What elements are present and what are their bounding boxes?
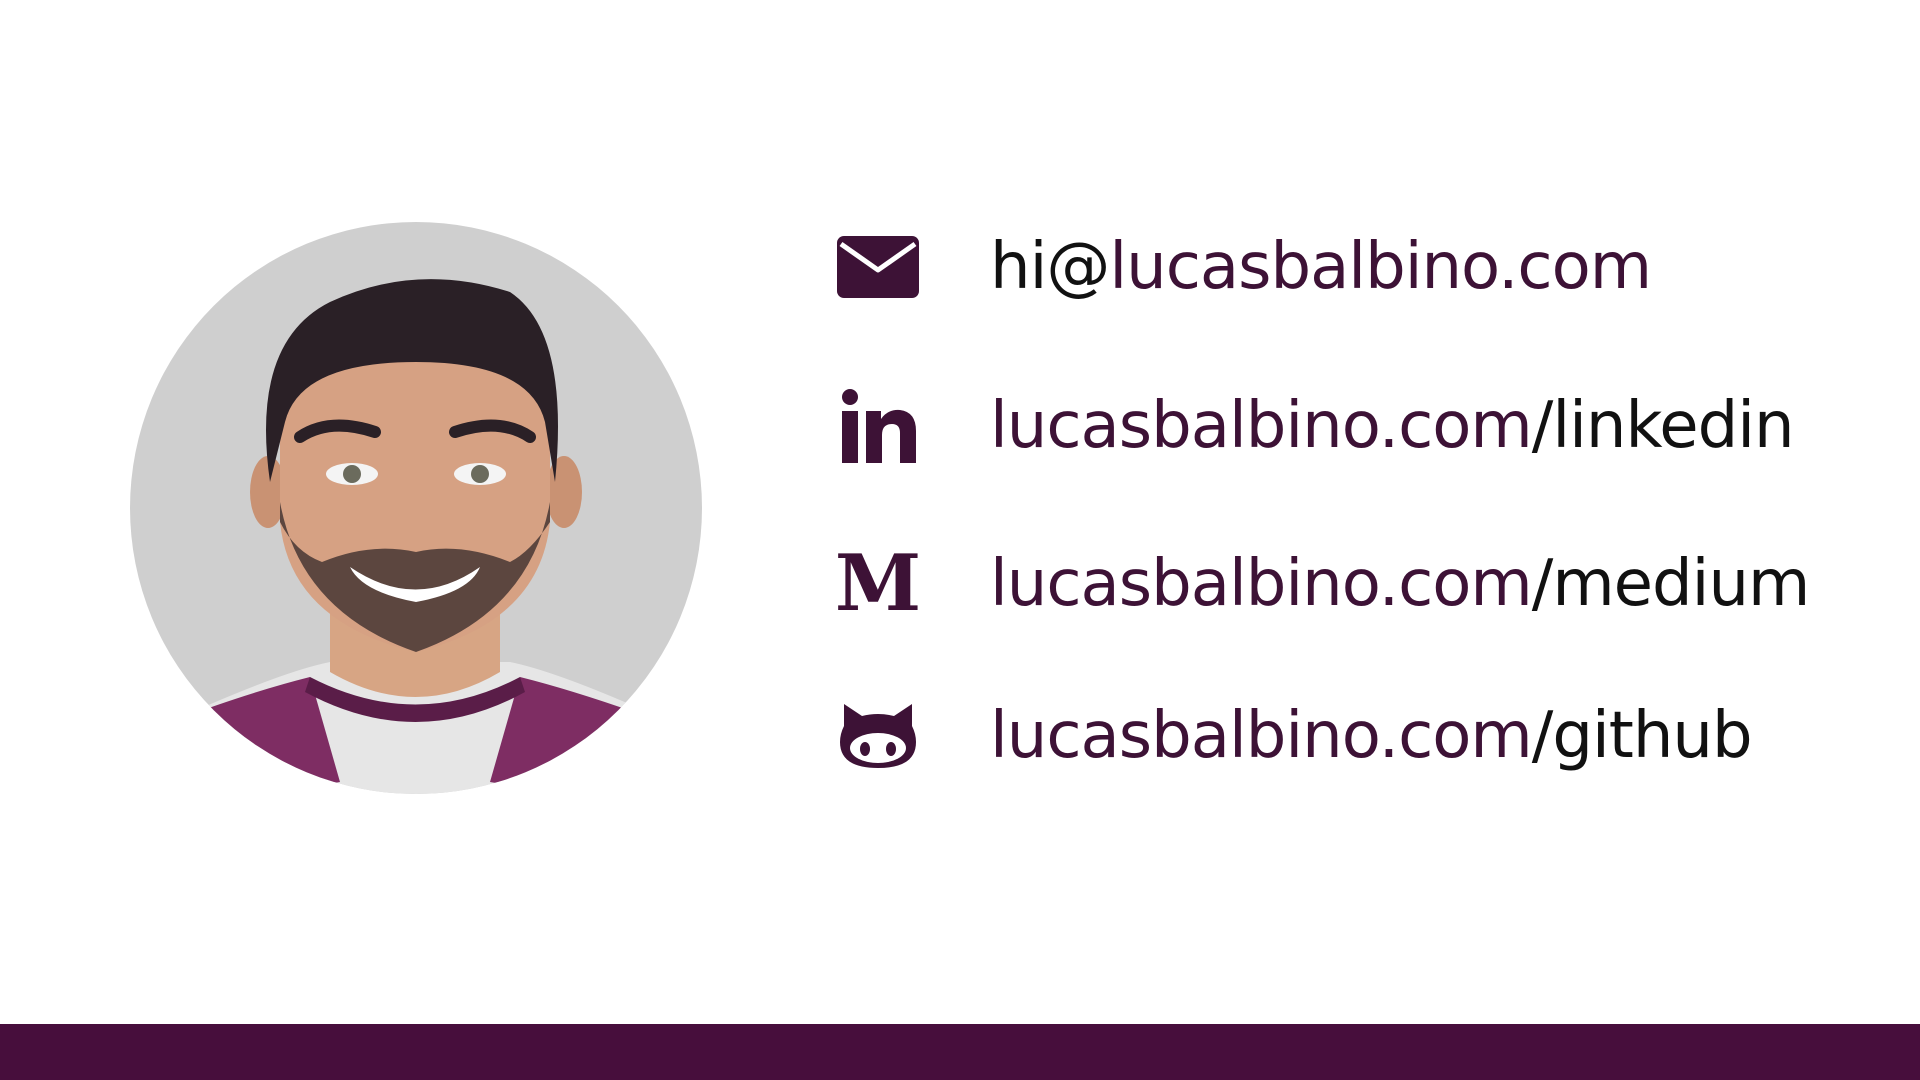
github-path: /github xyxy=(1531,699,1753,773)
contact-github[interactable]: lucasbalbino.com/github xyxy=(836,691,1753,781)
linkedin-icon xyxy=(836,384,920,468)
contact-email[interactable]: hi@lucasbalbino.com xyxy=(836,222,1652,312)
linkedin-path: /linkedin xyxy=(1531,389,1795,463)
medium-path: /medium xyxy=(1531,547,1811,621)
email-link[interactable]: hi@lucasbalbino.com xyxy=(990,222,1652,312)
github-link[interactable]: lucasbalbino.com/github xyxy=(990,691,1753,781)
contact-linkedin[interactable]: lucasbalbino.com/linkedin xyxy=(836,381,1795,471)
medium-domain: lucasbalbino.com xyxy=(990,547,1533,621)
email-prefix: hi@ xyxy=(990,230,1110,304)
contact-medium[interactable]: M lucasbalbino.com/medium xyxy=(834,538,1811,629)
github-domain: lucasbalbino.com xyxy=(990,699,1533,773)
medium-link[interactable]: lucasbalbino.com/medium xyxy=(990,539,1811,629)
footer-bar xyxy=(0,1024,1920,1080)
medium-icon: M xyxy=(834,538,922,629)
email-domain: lucasbalbino.com xyxy=(1109,230,1652,304)
linkedin-link[interactable]: lucasbalbino.com/linkedin xyxy=(990,381,1795,471)
avatar xyxy=(130,222,702,794)
github-icon xyxy=(836,694,920,778)
linkedin-domain: lucasbalbino.com xyxy=(990,389,1533,463)
envelope-icon xyxy=(836,225,920,309)
